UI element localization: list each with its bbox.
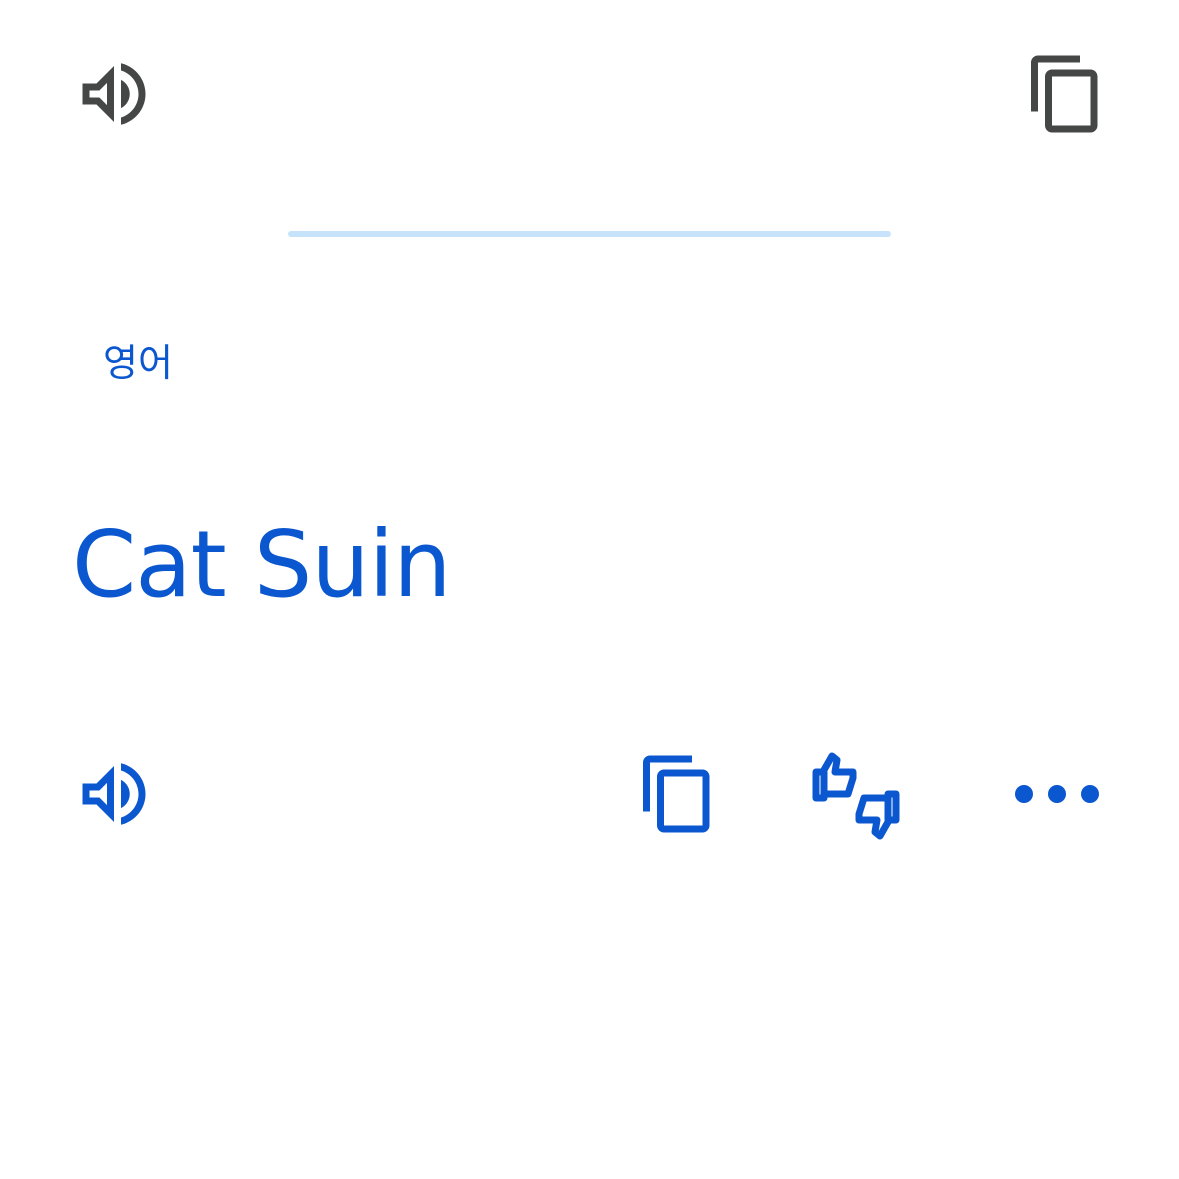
rate-translation-button[interactable] [808,748,904,844]
more-options-button[interactable] [1010,762,1106,826]
content-copy-icon [643,755,710,833]
translation-text: Cat Suin [72,511,452,618]
divider-bar [288,231,891,237]
source-copy-button[interactable] [1024,52,1108,136]
volume-up-icon [82,63,146,125]
thumbs-up-down-icon [812,752,900,840]
target-copy-button[interactable] [636,752,720,836]
target-speaker-button[interactable] [72,752,156,836]
source-speaker-button[interactable] [72,52,156,136]
more-horiz-icon [1015,785,1099,803]
target-language-label[interactable]: 영어 [103,336,173,390]
content-copy-icon [1031,55,1098,133]
volume-up-icon [82,763,146,825]
